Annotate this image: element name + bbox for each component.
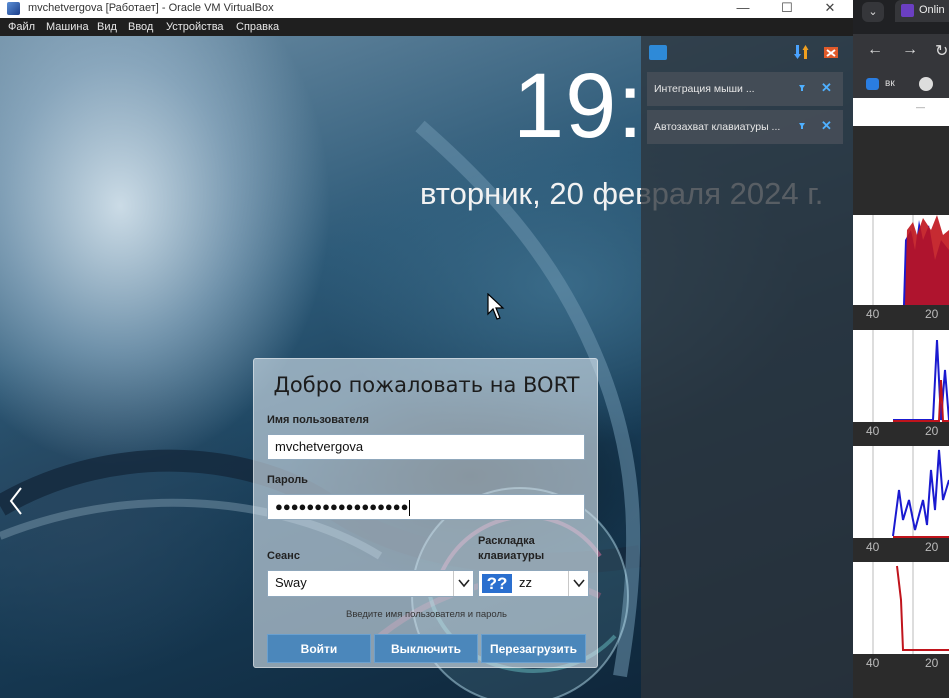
graph-1-axis-left: 40 xyxy=(866,307,880,321)
text-caret xyxy=(408,499,410,516)
virtualbox-window: mvchetvergova [Работает] - Oracle VM Vir… xyxy=(0,0,853,698)
graph-panel-3 xyxy=(853,446,949,538)
layout-flag-icon: ?? xyxy=(482,574,512,593)
notification-close-icon[interactable]: ✕ xyxy=(821,118,832,134)
welcome-title: Добро пожаловать на BORT xyxy=(273,373,580,397)
message-icon[interactable] xyxy=(649,45,667,60)
shutdown-button[interactable]: Выключить xyxy=(374,634,478,663)
maximize-button[interactable]: ☐ xyxy=(765,0,809,18)
graph-3-axis-left: 40 xyxy=(866,540,880,554)
login-dialog: Добро пожаловать на BORT Имя пользовател… xyxy=(253,358,598,668)
session-value: Sway xyxy=(275,575,307,590)
menu-machine[interactable]: Машина xyxy=(46,21,89,33)
graph-4-axis-left: 40 xyxy=(866,656,880,670)
password-input[interactable]: ●●●●●●●●●●●●●●●●● xyxy=(267,494,585,520)
notification-panel: Интеграция мыши ... ✕ Автозахват клавиат… xyxy=(641,36,853,698)
password-mask: ●●●●●●●●●●●●●●●●● xyxy=(275,499,409,514)
window-title: mvchetvergova [Работает] - Oracle VM Vir… xyxy=(28,2,274,14)
notification-close-icon[interactable]: ✕ xyxy=(821,80,832,96)
chevron-down-icon[interactable] xyxy=(568,571,588,596)
graph-4-axis-right: 20 xyxy=(925,656,939,670)
reboot-button[interactable]: Перезагрузить xyxy=(481,634,586,663)
browser-window: ⌄ Onlin ← → ↻ вк — 40 20 40 20 40 20 40 … xyxy=(853,0,949,698)
sort-icon[interactable] xyxy=(794,44,810,60)
menubar: Файл Машина Вид Ввод Устройства Справка xyxy=(0,18,853,36)
layout-label-line1: Раскладка xyxy=(478,535,535,547)
graph-1-axis-right: 20 xyxy=(925,307,939,321)
notification-text: Интеграция мыши ... xyxy=(654,83,755,95)
login-button[interactable]: Войти xyxy=(267,634,371,663)
virtualbox-app-icon xyxy=(7,2,20,15)
vm-screen[interactable]: 19: вторник, 20 февраля 2024 г. Интеграц… xyxy=(0,36,853,698)
window-titlebar: mvchetvergova [Работает] - Oracle VM Vir… xyxy=(0,0,853,18)
menu-view[interactable]: Вид xyxy=(97,21,117,33)
chevron-down-icon[interactable] xyxy=(453,571,473,596)
session-select[interactable]: Sway xyxy=(267,570,474,597)
login-hint: Введите имя пользователя и пароль xyxy=(345,609,507,620)
lockscreen-clock: 19: xyxy=(513,55,644,157)
keyboard-layout-select[interactable]: ?? zz xyxy=(478,570,589,597)
clear-notifications-icon[interactable] xyxy=(823,44,839,60)
menu-help[interactable]: Справка xyxy=(236,21,279,33)
chevron-left-icon[interactable] xyxy=(8,486,24,516)
graph-2-axis-right: 20 xyxy=(925,424,939,438)
notification-item[interactable]: Автозахват клавиатуры ... ✕ xyxy=(647,110,843,144)
graph-3-axis-right: 20 xyxy=(925,540,939,554)
monitoring-graphs xyxy=(853,215,949,654)
pin-icon[interactable] xyxy=(797,83,807,93)
menu-devices[interactable]: Устройства xyxy=(166,21,224,33)
minimize-button[interactable]: — xyxy=(721,0,765,18)
close-button[interactable]: ✕ xyxy=(808,0,852,18)
session-label: Сеанс xyxy=(267,550,300,562)
username-label: Имя пользователя xyxy=(267,414,369,426)
username-input[interactable]: mvchetvergova xyxy=(267,434,585,460)
layout-value: zz xyxy=(519,575,532,590)
password-label: Пароль xyxy=(267,474,308,486)
notification-text: Автозахват клавиатуры ... xyxy=(654,121,781,133)
notification-item[interactable]: Интеграция мыши ... ✕ xyxy=(647,72,843,106)
graph-2-axis-left: 40 xyxy=(866,424,880,438)
menu-input[interactable]: Ввод xyxy=(128,21,153,33)
layout-label-line2: клавиатуры xyxy=(478,550,545,562)
pin-icon[interactable] xyxy=(797,121,807,131)
mouse-cursor-icon xyxy=(487,293,505,320)
menu-file[interactable]: Файл xyxy=(8,21,35,33)
